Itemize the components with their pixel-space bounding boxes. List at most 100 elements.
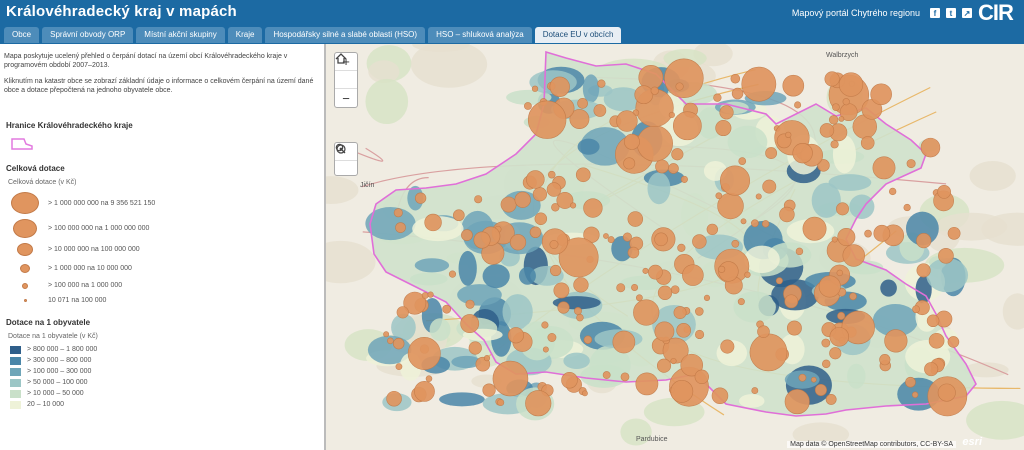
subsidy-circle xyxy=(414,192,427,204)
search-button[interactable] xyxy=(335,143,357,179)
tab-kraje[interactable]: Kraje xyxy=(227,27,263,43)
municipality-patch xyxy=(458,250,477,286)
percap-class-row: 20 – 10 000 xyxy=(0,399,324,410)
locate-control xyxy=(334,142,358,176)
circle-symbol-m xyxy=(17,243,33,256)
subsidy-circle xyxy=(442,304,452,314)
subsidy-circle xyxy=(879,354,891,366)
home-icon xyxy=(335,53,347,64)
total-legend: > 1 000 000 000 na 9 356 521 150 > 100 0… xyxy=(0,190,324,308)
map-attribution[interactable]: Map data © OpenStreetMap contributors, C… xyxy=(787,441,956,448)
subsidy-circle xyxy=(547,333,557,342)
total-class-row: > 10 000 000 na 100 000 000 xyxy=(0,240,324,259)
subsidy-circle xyxy=(602,371,611,379)
subsidy-circle xyxy=(719,105,734,120)
subsidy-circle xyxy=(547,170,556,179)
subsidy-circle xyxy=(677,243,686,252)
subsidy-circle xyxy=(549,264,562,277)
total-subheading: Celková dotace (v Kč) xyxy=(8,179,77,186)
zoom-out-button[interactable]: − xyxy=(335,89,357,107)
subsidy-circle xyxy=(468,341,482,355)
portal-link[interactable]: Mapový portál Chytrého regionu xyxy=(792,8,920,18)
map-terrain-patch xyxy=(935,212,1008,241)
esri-logo: esri xyxy=(962,436,982,448)
subsidy-circle xyxy=(737,298,745,306)
map-terrain-patch xyxy=(1002,293,1024,330)
subsidy-circle xyxy=(597,79,606,88)
map-terrain-patch xyxy=(966,400,1024,440)
map-place-label: Walbrzych xyxy=(826,52,859,59)
subsidy-circle xyxy=(424,213,442,232)
intro-text: Mapa poskytuje ucelený přehled o čerpání… xyxy=(0,44,318,95)
percap-class-row: > 100 000 – 300 000 xyxy=(0,366,324,377)
app-header: Královéhradecký kraj v mapách Mapový por… xyxy=(0,0,1024,26)
subsidy-circle xyxy=(837,311,846,320)
subsidy-circle xyxy=(414,381,435,402)
legend-sidebar[interactable]: Mapa poskytuje ucelený přehled o čerpání… xyxy=(0,44,326,450)
municipality-patch xyxy=(518,266,536,285)
facebook-icon[interactable]: f xyxy=(930,8,940,18)
subsidy-circle xyxy=(581,390,588,397)
map-view[interactable]: Jičín Walbrzych Pardubice + − Map data ©… xyxy=(326,44,1024,450)
percap-swatch xyxy=(10,356,21,365)
tab-dotace-eu[interactable]: Dotace EU v obcích xyxy=(534,27,622,43)
subsidy-circle xyxy=(821,338,831,348)
subsidy-circle xyxy=(744,271,751,278)
percap-class-row: > 10 000 – 50 000 xyxy=(0,388,324,399)
subsidy-circle xyxy=(583,198,603,218)
subsidy-circle xyxy=(825,393,837,405)
home-button[interactable] xyxy=(335,53,357,89)
total-class-label: > 100 000 na 1 000 000 xyxy=(48,282,123,289)
subsidy-circle xyxy=(860,136,875,150)
total-class-row: > 100 000 na 1 000 000 xyxy=(0,278,324,293)
subsidy-circle xyxy=(623,133,640,150)
tab-hso-cluster[interactable]: HSO – shluková analýza xyxy=(428,27,532,43)
tab-mas[interactable]: Místní akční skupiny xyxy=(136,27,225,43)
twitter-icon[interactable]: t xyxy=(946,8,956,18)
subsidy-circle xyxy=(703,294,711,301)
total-class-label: > 10 000 000 na 100 000 000 xyxy=(48,246,140,253)
subsidy-circle xyxy=(576,313,584,322)
municipality-patch xyxy=(577,138,600,155)
cir-logo: CIR xyxy=(978,0,1014,25)
subsidy-circle xyxy=(947,336,960,348)
subsidy-circle xyxy=(818,275,841,298)
subsidy-circle xyxy=(482,383,496,397)
subsidy-circle xyxy=(798,373,807,382)
subsidy-circle xyxy=(635,372,659,396)
subsidy-circle xyxy=(583,335,593,344)
subsidy-circle xyxy=(541,321,549,329)
subsidy-circle xyxy=(836,269,843,277)
subsidy-circle xyxy=(795,247,804,256)
subsidy-circle xyxy=(514,191,531,208)
subsidy-circle xyxy=(509,234,527,251)
subsidy-circle xyxy=(570,202,577,209)
total-class-label: > 1 000 000 000 na 9 356 521 150 xyxy=(48,199,156,207)
subsidy-circle xyxy=(775,277,783,285)
subsidy-circle xyxy=(731,239,740,248)
municipality-patch xyxy=(828,174,872,191)
subsidy-circle xyxy=(676,323,691,338)
subsidy-circle xyxy=(741,66,777,102)
subsidy-circle xyxy=(627,246,640,259)
percap-swatch xyxy=(10,345,21,354)
map-place-label: Jičín xyxy=(360,182,375,189)
tab-obce[interactable]: Obce xyxy=(4,27,40,43)
subsidy-circle xyxy=(497,398,505,407)
subsidy-circle xyxy=(631,283,639,291)
subsidy-circle xyxy=(916,233,932,249)
subsidy-circle xyxy=(670,379,694,403)
subsidy-circle xyxy=(888,187,897,196)
subsidy-circle xyxy=(713,93,722,102)
subsidy-circle xyxy=(738,157,747,165)
tab-hso[interactable]: Hospodářsky silné a slabé oblasti (HSO) xyxy=(265,27,426,43)
total-class-row: > 1 000 000 000 na 9 356 521 150 xyxy=(0,190,324,216)
subsidy-circle xyxy=(656,358,672,373)
tab-orp[interactable]: Správní obvody ORP xyxy=(42,27,134,43)
map-canvas[interactable] xyxy=(326,44,1024,450)
subsidy-circle xyxy=(720,339,735,354)
share-icon[interactable]: ↗ xyxy=(962,8,972,18)
subsidy-circle xyxy=(616,110,638,132)
subsidy-circle xyxy=(668,111,675,119)
total-class-row: > 100 000 000 na 1 000 000 000 xyxy=(0,216,324,240)
